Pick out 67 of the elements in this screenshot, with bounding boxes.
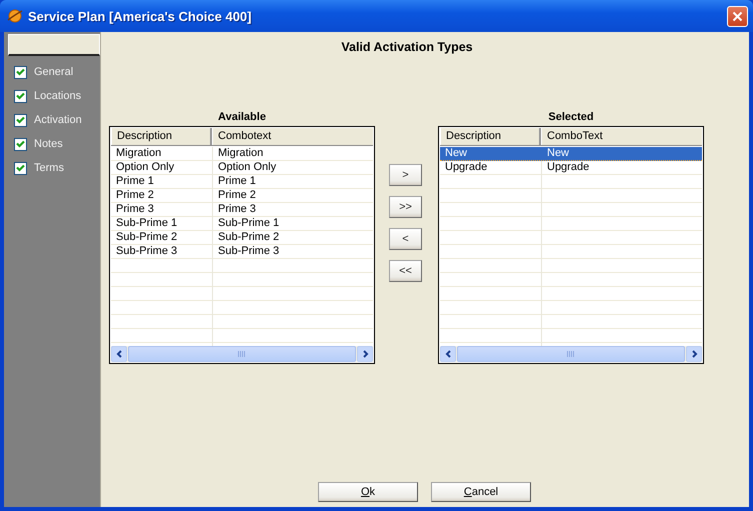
move-button[interactable]: << <box>389 260 422 282</box>
table-cell-text: Prime 2 <box>115 189 155 203</box>
scroll-right-button[interactable] <box>686 346 702 362</box>
table-cell-text: Option Only <box>115 161 176 175</box>
sidebar-label: Notes <box>34 138 63 150</box>
close-icon <box>732 10 743 22</box>
table-cell-text: Prime 2 <box>217 189 257 203</box>
column-header[interactable]: ComboText <box>541 128 702 145</box>
list-row[interactable]: Migration Migration <box>111 147 373 161</box>
dialog-button[interactable]: Cancel <box>431 482 531 502</box>
list-row[interactable]: Sub-Prime 1 Sub-Prime 1 <box>111 217 373 231</box>
list-title: Available <box>218 110 266 125</box>
table-cell-text: Upgrade <box>444 161 488 175</box>
checkbox[interactable] <box>14 138 27 150</box>
table-cell-text: Migration <box>217 147 264 161</box>
list-row[interactable]: Upgrade Upgrade <box>440 161 702 175</box>
table-cell-text: New <box>546 147 570 160</box>
window-title: Service Plan [America's Choice 400] <box>28 8 252 24</box>
table-cell-text: Sub-Prime 1 <box>217 217 280 231</box>
scrollbar-thumb[interactable] <box>128 346 356 362</box>
chevron-left-icon <box>444 349 452 359</box>
table-cell-text: New <box>444 147 468 160</box>
table-cell-text: Prime 3 <box>115 203 155 217</box>
dialog-button[interactable]: Ok <box>318 482 418 502</box>
chevron-right-icon <box>360 349 370 359</box>
table-cell-text: Prime 1 <box>217 175 257 189</box>
sidebar-label: Activation <box>34 114 82 126</box>
table-cell-text: Upgrade <box>546 161 590 175</box>
table-cell-text: Sub-Prime 3 <box>115 245 178 259</box>
move-button[interactable]: < <box>389 228 422 250</box>
scroll-left-button[interactable] <box>111 346 127 362</box>
scrollbar-thumb[interactable] <box>457 346 685 362</box>
checkbox[interactable] <box>14 66 27 78</box>
column-header[interactable]: Combotext <box>212 128 373 145</box>
sidebar-label: General <box>34 66 74 78</box>
list-row[interactable]: Prime 2 Prime 2 <box>111 189 373 203</box>
close-button[interactable] <box>727 6 748 26</box>
move-button[interactable]: > <box>389 164 422 186</box>
section-heading: Valid Activation Types <box>341 40 473 56</box>
column-header[interactable]: Description <box>111 128 212 145</box>
table-cell-text: Option Only <box>217 161 278 175</box>
checkbox[interactable] <box>14 90 27 102</box>
scroll-right-button[interactable] <box>357 346 373 362</box>
table-cell-text: Sub-Prime 3 <box>217 245 280 259</box>
table-cell-text: Sub-Prime 2 <box>217 231 280 245</box>
list-row[interactable]: Sub-Prime 3 Sub-Prime 3 <box>111 245 373 259</box>
column-header[interactable]: Description <box>440 128 541 145</box>
list-row[interactable]: Prime 3 Prime 3 <box>111 203 373 217</box>
list-title: Selected <box>548 110 594 125</box>
list-row[interactable]: Prime 1 Prime 1 <box>111 175 373 189</box>
chevron-left-icon <box>114 349 124 359</box>
checkbox[interactable] <box>14 162 27 174</box>
checkbox[interactable] <box>14 114 27 126</box>
table-cell-text: Sub-Prime 1 <box>115 217 178 231</box>
move-button[interactable]: >> <box>389 196 422 218</box>
sidebar-label: Terms <box>34 162 64 174</box>
sidebar-label: Locations <box>34 90 82 102</box>
table-cell-text: Prime 1 <box>115 175 155 189</box>
list-row[interactable]: New New <box>440 147 702 161</box>
table-cell-text: Migration <box>115 147 162 161</box>
list-row[interactable]: Option Only Option Only <box>111 161 373 175</box>
planet-icon <box>7 8 23 24</box>
table-cell-text: Sub-Prime 2 <box>115 231 178 245</box>
table-cell-text: Prime 3 <box>217 203 257 217</box>
scroll-left-button[interactable] <box>440 346 456 362</box>
chevron-right-icon <box>690 349 698 359</box>
list-row[interactable]: Sub-Prime 2 Sub-Prime 2 <box>111 231 373 245</box>
